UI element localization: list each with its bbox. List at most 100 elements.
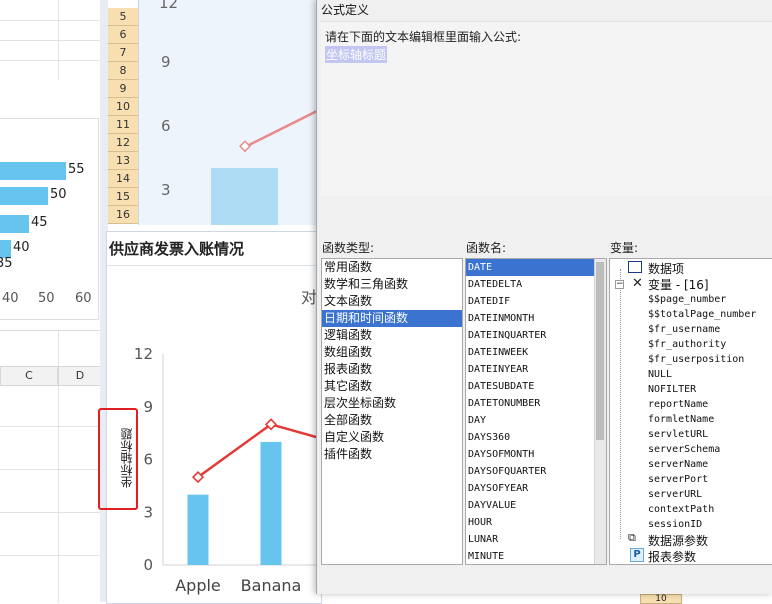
hbar-label: 55: [68, 162, 85, 177]
function-name-item[interactable]: DATE: [466, 259, 594, 276]
variable-x-icon: ✕: [632, 276, 643, 291]
variable-tree[interactable]: 数据项 − ✕ 变量 - [16] $$page_number $$totalPa…: [609, 258, 772, 565]
row-number[interactable]: 10: [640, 594, 682, 604]
function-type-item[interactable]: 常用函数: [322, 259, 462, 276]
function-name-item[interactable]: DATEDIF: [466, 293, 594, 310]
variable-item[interactable]: reportName: [648, 399, 708, 410]
tree-item-variables[interactable]: 变量 - [16]: [648, 276, 709, 293]
formula-dialog: 公式定义 请在下面的文本编辑框里面输入公式: 坐标轴标题 函数类型: 函数名: …: [316, 0, 772, 594]
row-number[interactable]: 13: [108, 152, 139, 170]
variable-item[interactable]: $fr_userposition: [648, 354, 744, 365]
variable-item[interactable]: sessionID: [648, 519, 702, 530]
y-axis-title[interactable]: 坐标轴标题: [118, 428, 135, 488]
function-type-item[interactable]: 插件函数: [322, 446, 462, 463]
variable-item[interactable]: $$page_number: [648, 294, 726, 305]
function-type-list[interactable]: 常用函数 数学和三角函数 文本函数 日期和时间函数 逻辑函数 数组函数 报表函数 其它函数 层次…: [321, 258, 463, 565]
x-tick: 50: [38, 291, 55, 306]
variable-item[interactable]: $fr_username: [648, 324, 720, 335]
tree-item-datasource-params[interactable]: 数据源参数: [648, 532, 708, 549]
row-number[interactable]: 10: [108, 98, 139, 116]
scrollbar-thumb[interactable]: [596, 262, 604, 440]
dialog-title: 公式定义: [321, 3, 370, 17]
function-type-item[interactable]: 自定义函数: [322, 429, 462, 446]
report-param-icon: P: [630, 548, 644, 562]
function-name-item[interactable]: DATEINWEEK: [466, 344, 594, 361]
row-number[interactable]: 5: [108, 8, 139, 26]
function-name-item[interactable]: LUNAR: [466, 531, 594, 548]
row-number[interactable]: 16: [108, 206, 139, 224]
function-type-item[interactable]: 层次坐标函数: [322, 395, 462, 412]
function-name-scrollbar[interactable]: [594, 259, 606, 564]
formula-text[interactable]: 坐标轴标题: [325, 46, 388, 63]
variable-item[interactable]: servletURL: [648, 429, 708, 440]
function-type-item[interactable]: 日期和时间函数: [322, 310, 462, 327]
column-header-d[interactable]: D: [58, 366, 102, 386]
hbar-label: 45: [31, 215, 48, 230]
row-number[interactable]: 7: [108, 44, 139, 62]
variable-item[interactable]: $fr_authority: [648, 339, 726, 350]
x-category-label: Apple: [175, 576, 221, 595]
function-name-item[interactable]: DATEDELTA: [466, 276, 594, 293]
hbar: [0, 187, 48, 205]
function-type-item[interactable]: 全部函数: [322, 412, 462, 429]
function-type-item[interactable]: 逻辑函数: [322, 327, 462, 344]
function-name-item[interactable]: DAYS360: [466, 429, 594, 446]
row-number[interactable]: 9: [108, 80, 139, 98]
function-name-item[interactable]: DAYSOFMONTH: [466, 446, 594, 463]
function-type-item[interactable]: 数组函数: [322, 344, 462, 361]
row-number[interactable]: 15: [108, 188, 139, 206]
row-number[interactable]: 6: [108, 26, 139, 44]
x-category-label: Banana: [241, 576, 302, 595]
function-type-item[interactable]: 报表函数: [322, 361, 462, 378]
row-number[interactable]: 12: [108, 134, 139, 152]
hbar: [0, 215, 29, 233]
line-series: [238, 109, 318, 153]
background-combo-chart: 12 9 6 3: [138, 0, 319, 225]
function-type-item[interactable]: 其它函数: [322, 378, 462, 395]
collapse-icon[interactable]: −: [615, 280, 624, 289]
variable-item[interactable]: NULL: [648, 369, 672, 380]
row-number[interactable]: 14: [108, 170, 139, 188]
variable-item[interactable]: contextPath: [648, 504, 714, 515]
function-name-item[interactable]: DAYSOFYEAR: [466, 480, 594, 497]
function-name-item[interactable]: DAYSOFQUARTER: [466, 463, 594, 480]
y-tick-label: 9: [143, 398, 153, 416]
tree-item-data-items[interactable]: 数据项: [648, 260, 684, 277]
background-bar-chart: 55 50 45 40 35 40 50 60: [0, 118, 99, 320]
supplier-invoice-chart[interactable]: 供应商发票入账情况 对 12 9 6 3 0 Apple Banana: [106, 231, 322, 604]
y-tick-label: 0: [143, 556, 153, 574]
bar: [187, 494, 209, 565]
hbar-label: 35: [0, 256, 13, 271]
row-number[interactable]: 8: [108, 62, 139, 80]
function-name-item[interactable]: MINUTE: [466, 548, 594, 564]
variable-item[interactable]: formletName: [648, 414, 714, 425]
function-type-item[interactable]: 文本函数: [322, 293, 462, 310]
function-name-list[interactable]: DATE DATEDELTA DATEDIF DATEINMONTH DATEINQUA…: [465, 258, 607, 565]
function-name-item[interactable]: HOUR: [466, 514, 594, 531]
function-name-label: 函数名:: [466, 241, 507, 255]
variable-item[interactable]: serverSchema: [648, 444, 720, 455]
function-name-item[interactable]: DAYVALUE: [466, 497, 594, 514]
y-tick-label: 6: [143, 451, 153, 469]
variable-item[interactable]: serverPort: [648, 474, 708, 485]
column-header-c[interactable]: C: [0, 366, 58, 386]
variable-item[interactable]: serverName: [648, 459, 708, 470]
hbar-label: 50: [50, 187, 67, 202]
function-name-item[interactable]: DATESUBDATE: [466, 378, 594, 395]
function-name-item[interactable]: DATEINQUARTER: [466, 327, 594, 344]
table-icon: [628, 261, 642, 273]
variable-item[interactable]: serverURL: [648, 489, 702, 500]
hbar-label: 40: [13, 240, 30, 255]
formula-editor[interactable]: 请在下面的文本编辑框里面输入公式: 坐标轴标题: [321, 21, 772, 196]
function-name-item[interactable]: DATEINYEAR: [466, 361, 594, 378]
function-name-item[interactable]: DAY: [466, 412, 594, 429]
function-type-item[interactable]: 数学和三角函数: [322, 276, 462, 293]
row-number[interactable]: 11: [108, 116, 139, 134]
function-name-item[interactable]: DATEINMONTH: [466, 310, 594, 327]
variable-item[interactable]: $$totalPage_number: [648, 309, 756, 320]
bar: [260, 441, 282, 565]
tree-item-report-params[interactable]: 报表参数: [648, 548, 696, 564]
function-name-item[interactable]: DATETONUMBER: [466, 395, 594, 412]
formula-prompt: 请在下面的文本编辑框里面输入公式:: [325, 30, 522, 44]
variable-item[interactable]: NOFILTER: [648, 384, 696, 395]
